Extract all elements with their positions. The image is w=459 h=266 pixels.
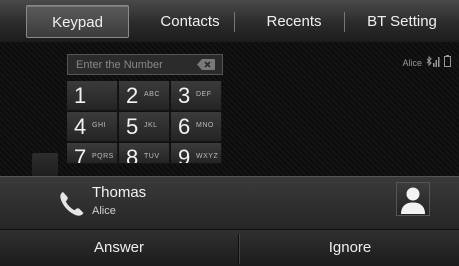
caller-subtext: Alice <box>92 205 116 217</box>
key-letters: PQRS <box>92 153 114 160</box>
avatar <box>396 182 430 216</box>
key-letters: JKL <box>144 122 158 129</box>
key-digit: 6 <box>178 114 191 139</box>
key-9[interactable]: 9 WXYZ <box>171 143 222 164</box>
key-5[interactable]: 5 JKL <box>119 112 170 142</box>
key-digit: 9 <box>178 145 191 164</box>
key-letters: ABC <box>144 91 160 98</box>
person-icon <box>401 187 425 214</box>
key-digit: 2 <box>126 83 139 108</box>
tab-recents[interactable]: Recents <box>245 5 343 38</box>
bluetooth-signal-icon <box>426 54 440 72</box>
key-digit: 4 <box>74 114 87 139</box>
key-8[interactable]: 8 TUV <box>119 143 170 164</box>
key-digit: 7 <box>74 145 87 164</box>
tab-divider <box>234 12 235 32</box>
tab-bar: Keypad Contacts Recents BT Setting <box>0 0 459 43</box>
tab-contacts[interactable]: Contacts <box>140 5 240 38</box>
key-digit: 5 <box>126 114 139 139</box>
key-letters: WXYZ <box>196 153 219 160</box>
key-4[interactable]: 4 GHI <box>67 112 118 142</box>
incoming-call-panel: Thomas Alice <box>0 176 459 230</box>
key-letters: DEF <box>196 91 212 98</box>
side-panel-handle[interactable] <box>32 153 58 176</box>
key-digit: 3 <box>178 83 191 108</box>
key-digit: 1 <box>74 83 87 108</box>
tab-bt-setting[interactable]: BT Setting <box>352 5 452 38</box>
phone-icon <box>57 189 87 219</box>
key-1[interactable]: 1 <box>67 81 118 111</box>
number-field <box>67 54 223 75</box>
device-name: Alice <box>402 58 422 68</box>
key-letters: TUV <box>144 153 160 160</box>
key-2[interactable]: 2 ABC <box>119 81 170 111</box>
action-divider <box>238 234 240 264</box>
tab-divider <box>344 12 345 32</box>
key-letters: MNO <box>196 122 214 129</box>
backspace-icon[interactable] <box>196 58 216 71</box>
key-digit: 8 <box>126 145 139 164</box>
key-6[interactable]: 6 MNO <box>171 112 222 142</box>
key-3[interactable]: 3 DEF <box>171 81 222 111</box>
caller-name: Thomas <box>92 184 147 201</box>
number-input[interactable] <box>68 55 194 74</box>
battery-icon <box>444 54 451 72</box>
ignore-button[interactable]: Ignore <box>241 230 459 266</box>
answer-button[interactable]: Answer <box>0 230 238 266</box>
status-area: Alice <box>402 54 451 72</box>
call-action-bar: Answer Ignore <box>0 230 459 266</box>
dialer-area: Alice 1 2 ABC 3 DEF <box>0 43 459 176</box>
key-letters: GHI <box>92 122 106 129</box>
tab-keypad[interactable]: Keypad <box>26 5 129 38</box>
key-7[interactable]: 7 PQRS <box>67 143 118 164</box>
